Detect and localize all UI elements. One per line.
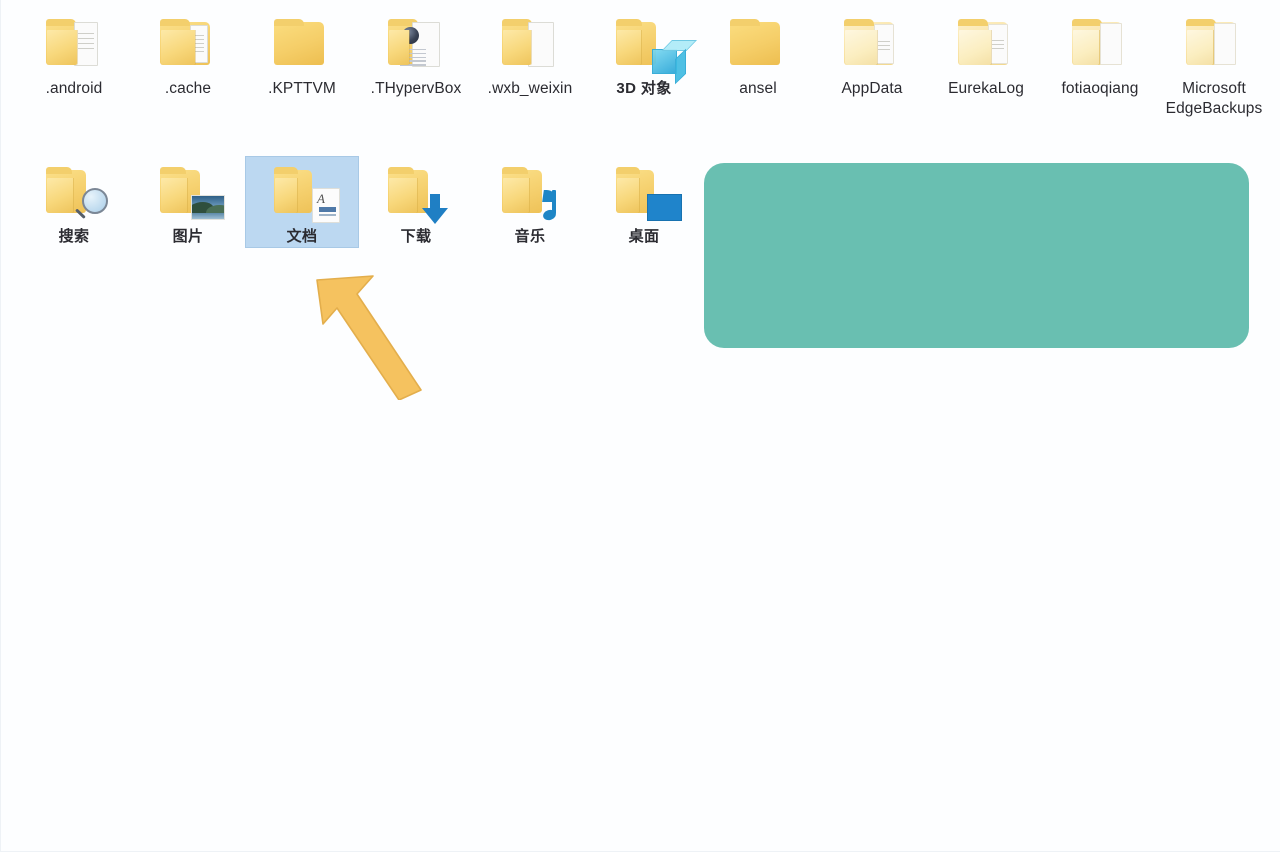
folder-with-monitor-icon — [612, 163, 682, 221]
desktop-icon-thypervbox[interactable]: .THypervBox — [359, 8, 473, 100]
desktop-icon-cache[interactable]: .cache — [131, 8, 245, 100]
desktop-icon-pictures[interactable]: 图片 — [131, 156, 245, 248]
document-icon: A — [312, 188, 340, 223]
folder-with-document-note-icon: A — [270, 163, 340, 223]
download-arrow-icon — [422, 194, 448, 224]
desktop-icon-fotiaoqiang[interactable]: fotiaoqiang — [1043, 8, 1157, 100]
desktop-icon-android[interactable]: .android — [17, 8, 131, 100]
folder-with-document-icon — [42, 15, 106, 73]
folder-icon — [270, 15, 334, 73]
desktop-icon-downloads[interactable]: 下载 — [359, 156, 473, 248]
icon-label: 文档 — [286, 228, 318, 245]
icon-label: Microsoft EdgeBackups — [1165, 80, 1263, 118]
folder-with-music-note-icon — [498, 163, 562, 222]
icon-label: EurekaLog — [948, 80, 1024, 97]
icon-label: 下载 — [400, 228, 432, 245]
desktop-icon-wxb-weixin[interactable]: .wxb_weixin — [473, 8, 587, 100]
icon-label: .cache — [164, 80, 212, 97]
orange-pointer-arrow — [316, 275, 422, 400]
icon-label: AppData — [841, 80, 903, 97]
folder-with-document-icon — [954, 15, 1018, 73]
folder-with-document-icon — [1068, 15, 1132, 73]
desktop-icon-kpttvm[interactable]: .KPTTVM — [245, 8, 359, 100]
icon-label: ansel — [739, 80, 777, 97]
folder-with-magnifier-icon — [42, 163, 108, 221]
desktop-icon-eurekalog[interactable]: EurekaLog — [929, 8, 1043, 100]
icon-label: .KPTTVM — [268, 80, 336, 97]
folder-with-globe-icon — [384, 15, 448, 73]
icon-label: .wxb_weixin — [487, 80, 573, 97]
folder-with-document-icon — [156, 15, 220, 73]
green-redaction-block — [704, 163, 1249, 348]
desktop-screen: .android .cache .KPTTVM .THypervBox .wxb… — [0, 0, 1280, 852]
desktop-icon-desktop[interactable]: 桌面 — [587, 156, 701, 248]
folder-with-document-icon — [498, 15, 562, 73]
monitor-icon — [647, 194, 682, 221]
image-icon — [191, 195, 225, 220]
folder-with-cube-icon — [612, 15, 698, 85]
desktop-icon-search[interactable]: 搜索 — [17, 156, 131, 248]
folder-icon — [726, 15, 790, 73]
icon-label: 搜索 — [58, 228, 90, 245]
icon-label: 图片 — [172, 228, 204, 245]
icon-row-1: .android .cache .KPTTVM .THypervBox .wxb… — [17, 8, 1280, 156]
cube-icon — [650, 40, 698, 85]
icon-label: .THypervBox — [370, 80, 462, 97]
desktop-icon-microsoft-edgebackups[interactable]: Microsoft EdgeBackups — [1157, 8, 1271, 121]
desktop-icon-appdata[interactable]: AppData — [815, 8, 929, 100]
desktop-icon-music[interactable]: 音乐 — [473, 156, 587, 248]
folder-with-picture-icon — [156, 163, 225, 221]
icon-label: 音乐 — [514, 228, 546, 245]
desktop-icon-3d-objects[interactable]: 3D 对象 — [587, 8, 701, 100]
desktop-icon-ansel[interactable]: ansel — [701, 8, 815, 100]
icon-label: 3D 对象 — [616, 80, 672, 97]
icon-label: fotiaoqiang — [1061, 80, 1139, 97]
music-note-icon — [534, 190, 560, 222]
folder-with-document-icon — [1182, 15, 1246, 73]
icon-label: .android — [45, 80, 103, 97]
icon-label: 桌面 — [628, 228, 660, 245]
folder-with-document-icon — [840, 15, 904, 73]
desktop-icon-documents[interactable]: A 文档 — [245, 156, 359, 248]
folder-with-download-arrow-icon — [384, 163, 448, 224]
